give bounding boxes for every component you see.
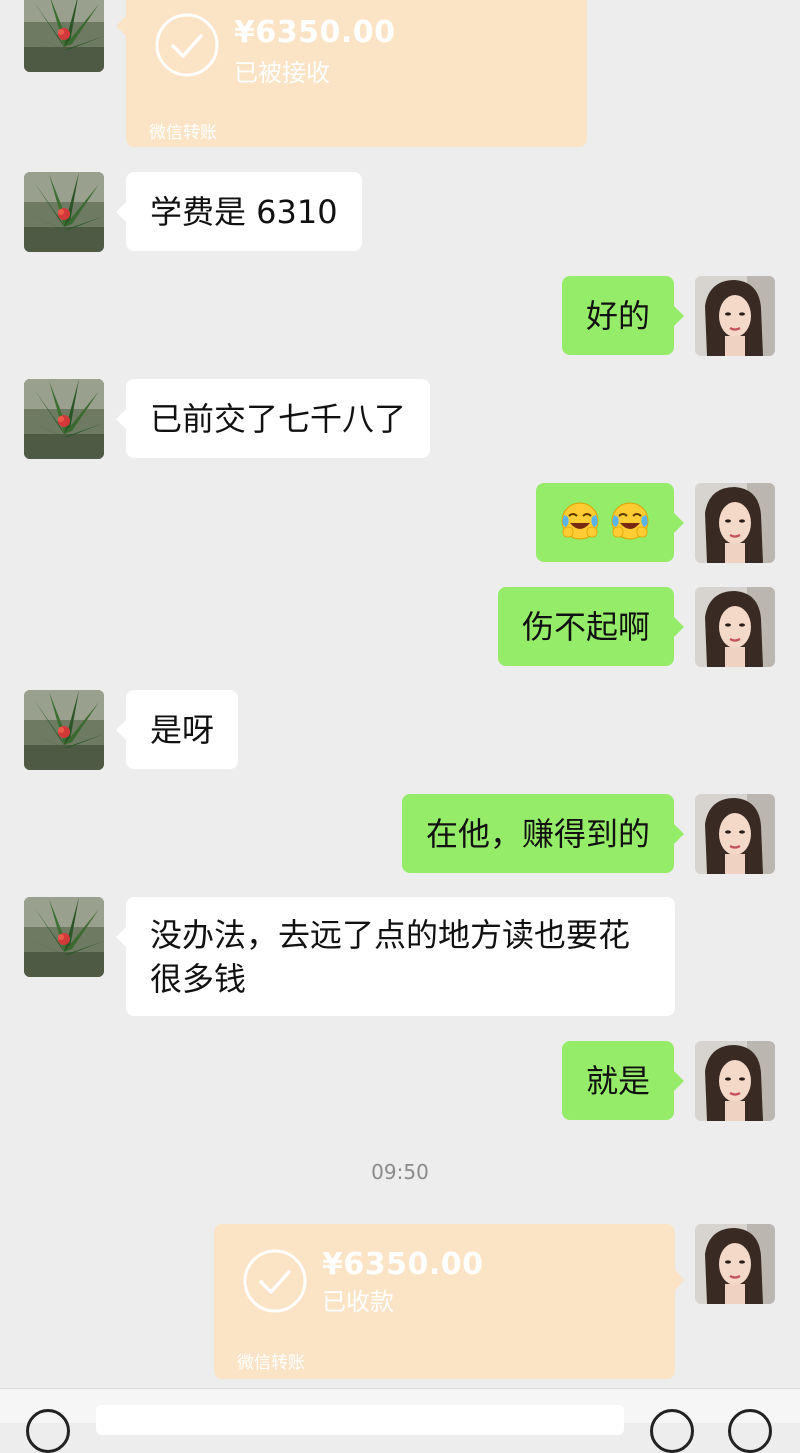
contact-avatar[interactable]: [24, 897, 104, 977]
message-text: 伤不起啊: [521, 608, 650, 646]
message-input[interactable]: [96, 1405, 624, 1435]
transfer-amount: ¥6350.00: [234, 15, 396, 50]
transfer-amount: ¥6350.00: [322, 1247, 484, 1282]
message-bubble-outgoing[interactable]: 就是: [561, 1041, 685, 1120]
transfer-label: 微信转账: [237, 1353, 305, 1373]
transfer-label: 微信转账: [149, 123, 217, 143]
woman-avatar-icon: [695, 587, 775, 667]
message-bubble-outgoing[interactable]: 好的: [561, 276, 685, 355]
message-bubble-incoming[interactable]: 是呀: [115, 690, 239, 769]
message-bubble-incoming[interactable]: 学费是 6310: [116, 172, 362, 251]
my-avatar[interactable]: [695, 587, 775, 667]
transfer-status: 已被接收: [234, 59, 330, 87]
contact-avatar[interactable]: [24, 379, 104, 459]
my-avatar[interactable]: [695, 1041, 775, 1121]
message-text: 在他，赚得到的: [425, 815, 650, 853]
message-text: 已前交了七千八了: [150, 400, 407, 438]
chat-input-bar: [0, 1388, 800, 1453]
woman-avatar-icon: [695, 1224, 775, 1304]
message-text: 就是: [585, 1062, 650, 1100]
crying-laughing-emoji-icon: [560, 501, 600, 541]
contact-avatar[interactable]: [24, 0, 104, 72]
message-bubble-outgoing-emoji[interactable]: [535, 483, 685, 562]
woman-avatar-icon: [695, 1041, 775, 1121]
message-text: 学费是 6310: [150, 193, 338, 231]
plant-avatar-icon: [24, 690, 104, 770]
plant-avatar-icon: [24, 0, 104, 72]
message-text: 好的: [585, 297, 650, 335]
check-circle-icon: [242, 1248, 308, 1314]
transfer-card-collected[interactable]: ¥6350.00 已收款 微信转账: [214, 1224, 685, 1379]
my-avatar[interactable]: [695, 794, 775, 874]
my-avatar[interactable]: [695, 1224, 775, 1304]
my-avatar[interactable]: [695, 483, 775, 563]
check-circle-icon: [154, 12, 220, 78]
more-options-icon[interactable]: [728, 1409, 772, 1453]
transfer-status: 已收款: [322, 1288, 394, 1316]
plant-avatar-icon: [24, 172, 104, 252]
message-bubble-incoming[interactable]: 已前交了七千八了: [115, 379, 431, 458]
emoji-picker-icon[interactable]: [650, 1409, 694, 1453]
voice-input-icon[interactable]: [26, 1409, 70, 1453]
transfer-card-received[interactable]: ¥6350.00 已被接收 微信转账: [116, 0, 587, 147]
plant-avatar-icon: [24, 897, 104, 977]
crying-laughing-emoji-icon: [610, 501, 650, 541]
message-timestamp: 09:50: [371, 1160, 429, 1184]
woman-avatar-icon: [695, 483, 775, 563]
contact-avatar[interactable]: [24, 690, 104, 770]
message-bubble-outgoing[interactable]: 在他，赚得到的: [401, 794, 685, 873]
message-text: 是呀: [150, 711, 215, 749]
message-bubble-incoming[interactable]: 没办法，去远了点的地方读也要花很多钱: [116, 897, 675, 1016]
woman-avatar-icon: [695, 794, 775, 874]
my-avatar[interactable]: [695, 276, 775, 356]
contact-avatar[interactable]: [24, 172, 104, 252]
message-bubble-outgoing[interactable]: 伤不起啊: [497, 587, 685, 666]
message-text: 没办法，去远了点的地方读也要花很多钱: [150, 916, 631, 998]
woman-avatar-icon: [695, 276, 775, 356]
plant-avatar-icon: [24, 379, 104, 459]
